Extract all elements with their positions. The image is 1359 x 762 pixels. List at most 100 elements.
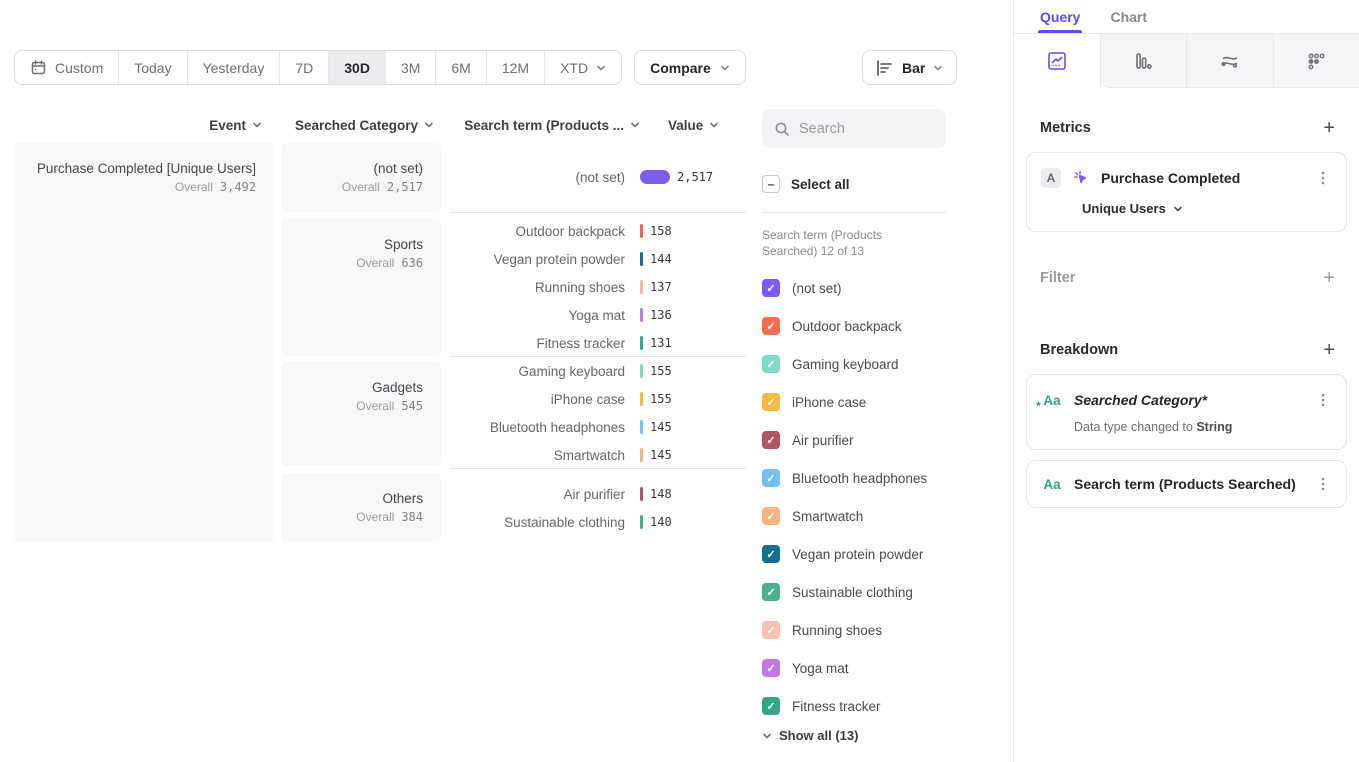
metric-mode-selector[interactable]: Unique Users [1082,201,1332,216]
legend-item-fitness-tracker[interactable]: ✓Fitness tracker [762,687,946,725]
flows-tab[interactable] [1186,34,1273,88]
select-all-checkbox[interactable]: – [762,175,780,193]
category-cell-sports[interactable]: Sports Overall636 [281,219,441,356]
series-checkbox[interactable]: ✓ [762,279,780,297]
add-filter-button[interactable]: + [1323,268,1335,288]
breakdown-options-button[interactable] [1314,474,1332,494]
legend-item-label: iPhone case [792,395,866,410]
breakdown-options-button[interactable] [1314,390,1332,410]
term-row-smartwatch[interactable]: Smartwatch145 [450,441,750,469]
series-checkbox[interactable]: ✓ [762,583,780,601]
category-cell-others[interactable]: Others Overall384 [281,473,441,541]
funnels-icon [1132,50,1154,72]
series-checkbox[interactable]: ✓ [762,507,780,525]
legend-panel: – Select all Search term (Products Searc… [762,109,946,743]
select-all-label: Select all [791,177,850,192]
metric-card[interactable]: A Purchase Completed Unique Users [1026,152,1347,232]
legend-item-vegan-protein-powder[interactable]: ✓Vegan protein powder [762,535,946,573]
date-range-7d[interactable]: 7D [280,51,329,84]
category-name: Others [293,490,423,507]
term-value: 2,517 [677,170,713,184]
term-row-running-shoes[interactable]: Running shoes137 [450,273,750,301]
query-result-panel: CustomTodayYesterday7D30D3M6M12MXTD Comp… [0,0,1013,762]
legend-context-label: Search term (Products Searched) 12 of 13 [762,227,932,259]
term-row-not-set[interactable]: (not set)2,517 [450,163,750,191]
column-header-value[interactable]: Value [668,117,738,133]
term-row-gaming-keyboard[interactable]: Gaming keyboard155 [450,357,750,385]
retention-tab[interactable] [1273,34,1359,88]
legend-search-box[interactable] [762,109,946,148]
value-bar [640,487,643,501]
column-header-search-term[interactable]: Search term (Products ... [420,117,640,133]
legend-item-iphone-case[interactable]: ✓ iPhone case [762,383,946,421]
category-overall: Overall545 [293,398,423,415]
term-row-fitness-tracker[interactable]: Fitness tracker131 [450,329,750,357]
legend-item-gaming-keyboard[interactable]: ✓Gaming keyboard [762,345,946,383]
series-checkbox[interactable]: ✓ [762,659,780,677]
date-range-3m[interactable]: 3M [386,51,436,84]
series-checkbox[interactable]: ✓ [762,393,780,411]
legend-item-label: Smartwatch [792,509,863,524]
legend-item-yoga-mat[interactable]: ✓ Yoga mat [762,649,946,687]
tab-chart[interactable]: Chart [1110,0,1147,33]
term-row-iphone-case[interactable]: iPhone case155 [450,385,750,413]
term-row-air-purifier[interactable]: Air purifier148 [450,480,750,508]
column-header-searched-category[interactable]: Searched Category [281,117,434,133]
select-all-row[interactable]: – Select all [762,174,946,194]
event-cell[interactable]: Purchase Completed [Unique Users] Overal… [14,143,274,541]
compare-button[interactable]: Compare [634,50,746,85]
term-row-outdoor-backpack[interactable]: Outdoor backpack158 [450,217,750,245]
term-rows-others: Air purifier148Sustainable clothing140 [450,480,750,536]
date-range-12m[interactable]: 12M [487,51,545,84]
tab-query[interactable]: Query [1040,0,1080,33]
legend-item-sustainable-clothing[interactable]: ✓Sustainable clothing [762,573,946,611]
search-input[interactable] [799,121,919,137]
legend-item-not-set[interactable]: ✓(not set) [762,269,946,307]
legend-item-air-purifier[interactable]: ✓Air purifier [762,421,946,459]
date-range-xtd[interactable]: XTD [545,51,621,84]
term-row-yoga-mat[interactable]: Yoga mat136 [450,301,750,329]
string-property-icon: Aa [1041,475,1063,493]
series-checkbox[interactable]: ✓ [762,469,780,487]
breakdown-card-search-term[interactable]: Aa Search term (Products Searched) [1026,460,1347,508]
category-cell-gadgets[interactable]: Gadgets Overall545 [281,362,441,466]
metric-options-button[interactable] [1314,168,1332,188]
column-header-event[interactable]: Event [14,117,262,133]
add-breakdown-button[interactable]: + [1323,340,1335,360]
term-row-bluetooth-headphones[interactable]: Bluetooth headphones145 [450,413,750,441]
funnels-tab[interactable] [1101,34,1187,88]
date-range-today[interactable]: Today [119,51,187,84]
add-metric-button[interactable]: + [1323,118,1335,138]
chevron-down-icon [596,63,606,73]
legend-divider [762,212,946,213]
term-row-vegan-protein-powder[interactable]: Vegan protein powder144 [450,245,750,273]
date-range-custom[interactable]: Custom [15,51,119,84]
series-checkbox[interactable]: ✓ [762,545,780,563]
date-range-group: CustomTodayYesterday7D30D3M6M12MXTD [14,50,622,85]
insights-tab[interactable] [1014,34,1101,88]
legend-item-outdoor-backpack[interactable]: ✓Outdoor backpack [762,307,946,345]
breakdown-card-searched-category[interactable]: Aa* Searched Category* Data type changed… [1026,374,1347,450]
date-range-yesterday[interactable]: Yesterday [188,51,281,84]
legend-item-running-shoes[interactable]: ✓Running shoes [762,611,946,649]
chart-type-button[interactable]: Bar [862,50,957,85]
term-rows-not-set: (not set)2,517 [450,163,750,191]
series-checkbox[interactable]: ✓ [762,355,780,373]
date-range-30d[interactable]: 30D [329,51,386,84]
category-cell-not-set[interactable]: (not set) Overall2,517 [281,143,441,212]
term-label: Outdoor backpack [450,224,640,239]
show-all-toggle[interactable]: Show all (13) [762,728,946,743]
series-checkbox[interactable]: ✓ [762,621,780,639]
term-row-sustainable-clothing[interactable]: Sustainable clothing140 [450,508,750,536]
legend-item-smartwatch[interactable]: ✓ Smartwatch [762,497,946,535]
legend-item-bluetooth-headphones[interactable]: ✓Bluetooth headphones [762,459,946,497]
group-divider [450,356,746,357]
chevron-down-icon [709,120,719,130]
series-checkbox[interactable]: ✓ [762,431,780,449]
legend-item-label: Yoga mat [792,661,849,676]
series-checkbox[interactable]: ✓ [762,697,780,715]
term-value: 140 [650,515,672,529]
date-range-6m[interactable]: 6M [436,51,486,84]
series-checkbox[interactable]: ✓ [762,317,780,335]
search-icon [774,121,790,137]
